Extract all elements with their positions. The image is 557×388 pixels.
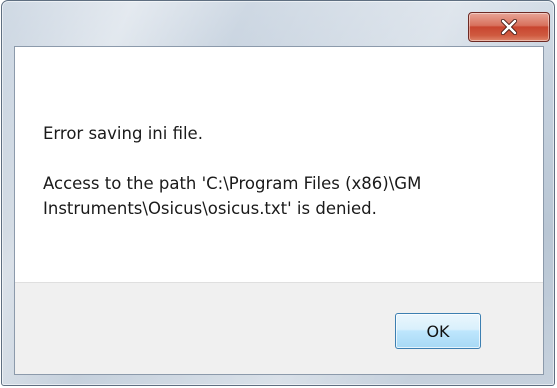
message-area: Error saving ini file. Access to the pat…: [43, 121, 533, 221]
ok-button[interactable]: OK: [395, 313, 481, 349]
error-title-text: Error saving ini file.: [43, 124, 203, 143]
dialog-window: Error saving ini file. Access to the pat…: [1, 0, 555, 386]
close-button[interactable]: [468, 12, 550, 42]
button-bar: OK: [15, 282, 543, 374]
close-icon: [500, 19, 518, 35]
error-detail-text: Access to the path 'C:\Program Files (x8…: [43, 174, 422, 218]
dialog-content: Error saving ini file. Access to the pat…: [14, 46, 544, 375]
